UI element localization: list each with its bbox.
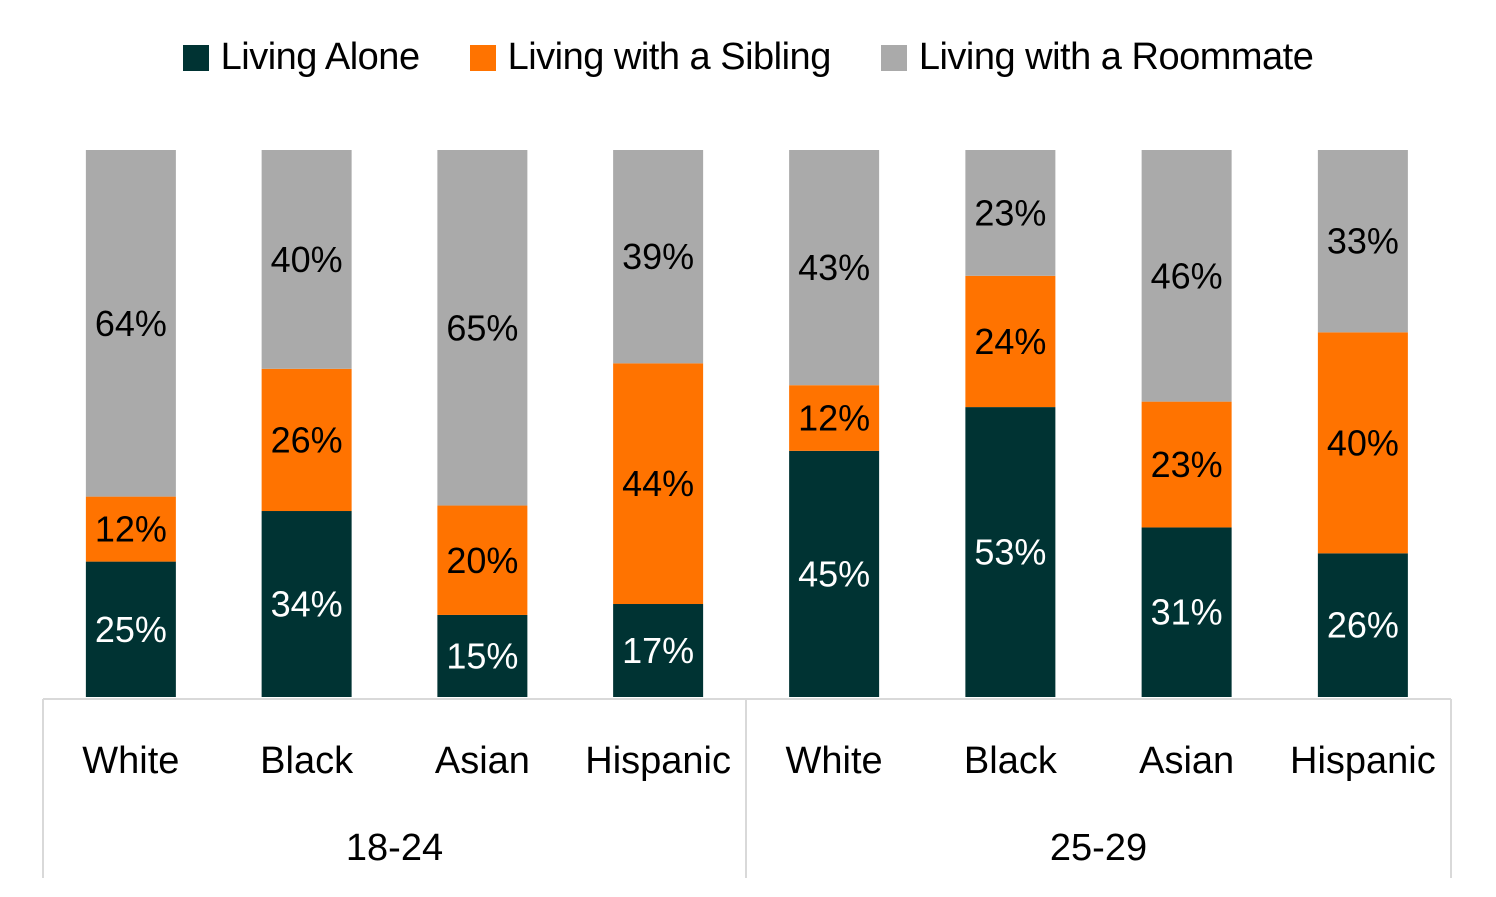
x-tick-label: Hispanic xyxy=(1290,740,1436,782)
x-group-label: 25-29 xyxy=(1050,827,1147,869)
data-label-living-with-a-roommate: 64% xyxy=(95,303,167,344)
data-label-living-with-a-sibling: 44% xyxy=(622,463,694,504)
data-label-living-with-a-roommate: 23% xyxy=(974,192,1046,233)
stacked-bar-chart: 25% 12% 64% 34% 26% 40% 15% 20% 65% 17% 44% 39% 45% 1… xyxy=(42,150,1452,878)
data-label-living-alone: 25% xyxy=(95,609,167,650)
x-tick-label: Hispanic xyxy=(585,740,731,782)
data-label-living-with-a-sibling: 40% xyxy=(1327,422,1399,463)
data-label-living-alone: 34% xyxy=(271,584,343,625)
data-label-living-with-a-sibling: 12% xyxy=(798,398,870,439)
data-label-living-with-a-sibling: 24% xyxy=(974,321,1046,362)
x-tick-label: Black xyxy=(964,740,1058,782)
data-label-living-alone: 26% xyxy=(1327,605,1399,646)
data-label-living-with-a-roommate: 39% xyxy=(622,236,694,277)
data-label-living-with-a-sibling: 12% xyxy=(95,509,167,550)
data-label-living-alone: 31% xyxy=(1151,592,1223,633)
x-group-label: 18-24 xyxy=(346,827,443,869)
x-tick-label: Asian xyxy=(435,740,530,782)
data-label-living-with-a-roommate: 46% xyxy=(1151,255,1223,296)
data-label-living-with-a-roommate: 33% xyxy=(1327,221,1399,262)
data-label-living-with-a-roommate: 43% xyxy=(798,247,870,288)
data-label-living-with-a-sibling: 26% xyxy=(271,419,343,460)
x-tick-label: White xyxy=(82,740,179,782)
x-tick-label: White xyxy=(786,740,883,782)
data-label-living-alone: 53% xyxy=(974,532,1046,573)
data-label-living-alone: 15% xyxy=(446,635,518,676)
data-label-living-with-a-sibling: 20% xyxy=(446,540,518,581)
data-label-living-with-a-roommate: 65% xyxy=(446,307,518,348)
data-label-living-with-a-sibling: 23% xyxy=(1151,444,1223,485)
data-label-living-alone: 17% xyxy=(622,630,694,671)
data-label-living-alone: 45% xyxy=(798,553,870,594)
x-tick-label: Asian xyxy=(1139,740,1234,782)
data-label-living-with-a-roommate: 40% xyxy=(271,239,343,280)
x-tick-label: Black xyxy=(260,740,354,782)
